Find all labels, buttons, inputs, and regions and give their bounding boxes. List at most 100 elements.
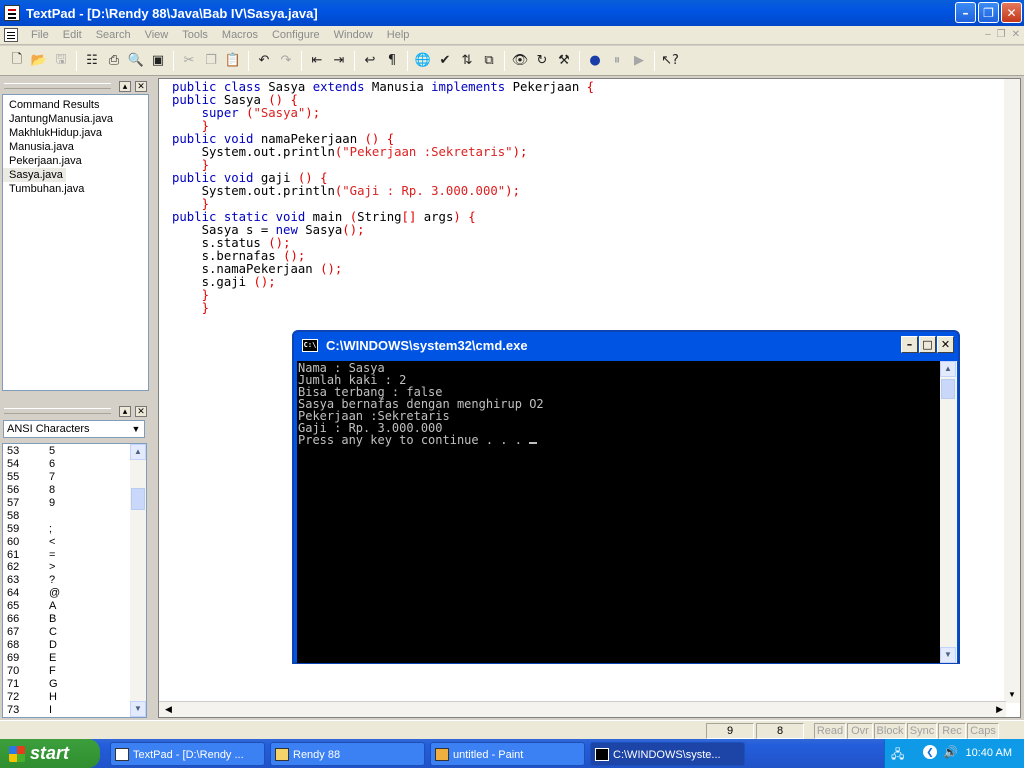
scroll-right-icon[interactable]: ▶ — [996, 704, 1003, 715]
source-code[interactable]: public class Sasya extends Manusia imple… — [172, 81, 594, 315]
char-list-scrollbar[interactable]: ▲ ▼ — [130, 444, 146, 717]
save-all-icon[interactable]: ☷ — [81, 50, 103, 72]
file-item[interactable]: Pekerjaan.java — [3, 154, 148, 168]
outdent-icon[interactable]: ⇤ — [306, 50, 328, 72]
globe-icon[interactable]: 🌐 — [412, 50, 434, 72]
ansi-char-row[interactable]: 72 H — [3, 691, 146, 704]
pane-maximize-icon[interactable]: ▴ — [119, 405, 131, 417]
compare-icon[interactable]: ⧉ — [478, 50, 500, 72]
pause-macro-icon[interactable]: ⏸ — [606, 50, 628, 72]
save-icon[interactable]: 🖫 — [50, 50, 72, 72]
code-line[interactable]: super ("Sasya"); — [172, 107, 594, 120]
new-file-icon[interactable]: 🗋 — [6, 50, 28, 72]
copy-icon[interactable]: ❐ — [200, 50, 222, 72]
clip-pane-grip[interactable] — [4, 408, 111, 414]
code-line[interactable]: } — [172, 289, 594, 302]
find-in-files-icon[interactable]: ⚒ — [553, 50, 575, 72]
textpad-app-icon[interactable] — [4, 5, 20, 21]
console-title-bar[interactable]: C:\ C:\WINDOWS\system32\cmd.exe — [297, 332, 955, 359]
files-pane-grip[interactable] — [4, 83, 111, 89]
pilcrow-icon[interactable]: ¶ — [381, 50, 403, 72]
task-paint[interactable]: untitled - Paint — [430, 742, 585, 766]
restore-button[interactable]: ❐ — [978, 2, 999, 23]
menu-edit[interactable]: Edit — [56, 26, 89, 45]
title-bar[interactable]: TextPad - [D:\Rendy 88\Java\Bab IV\Sasya… — [0, 0, 1024, 26]
replace-icon[interactable]: ↻ — [531, 50, 553, 72]
file-item[interactable]: Command Results — [3, 98, 148, 112]
ansi-char-row[interactable]: 53 5 — [3, 445, 146, 458]
console-scrollbar[interactable]: ▲ ▼ — [940, 361, 957, 663]
console-minimize-button[interactable]: – — [901, 336, 918, 353]
tray-expand-icon[interactable]: ❮ — [923, 745, 937, 759]
ansi-char-row[interactable]: 73 I — [3, 704, 146, 717]
scroll-up-icon[interactable]: ▲ — [940, 361, 956, 377]
pane-close-icon[interactable]: ✕ — [135, 405, 147, 417]
spell-check-icon[interactable]: ✔ — [434, 50, 456, 72]
ansi-char-row[interactable]: 59; — [3, 523, 146, 536]
indent-icon[interactable]: ⇥ — [328, 50, 350, 72]
find-icon[interactable]: 👁 — [509, 50, 531, 72]
console-output-area[interactable]: Nama : Sasya Jumlah kaki : 2 Bisa terbang … — [297, 361, 957, 663]
ansi-char-row[interactable]: 55 7 — [3, 471, 146, 484]
task-textpad[interactable]: TextPad - [D:\Rendy ... — [110, 742, 265, 766]
ansi-char-row[interactable]: 67 C — [3, 626, 146, 639]
menu-view[interactable]: View — [138, 26, 176, 45]
screen-icon[interactable]: ▣ — [147, 50, 169, 72]
redo-icon[interactable]: ↷ — [275, 50, 297, 72]
menu-window[interactable]: Window — [327, 26, 380, 45]
cut-icon[interactable]: ✂ — [178, 50, 200, 72]
task-folder[interactable]: Rendy 88 — [270, 742, 425, 766]
scroll-left-icon[interactable]: ◀ — [165, 704, 172, 715]
scroll-down-icon[interactable]: ▼ — [1004, 687, 1020, 703]
scroll-up-icon[interactable]: ▲ — [130, 444, 146, 460]
code-line[interactable]: s.gaji (); — [172, 276, 594, 289]
print-icon[interactable]: ⎙ — [103, 50, 125, 72]
mdi-close-icon[interactable]: ✕ — [1012, 29, 1020, 40]
scroll-thumb[interactable] — [941, 379, 955, 399]
pane-maximize-icon[interactable]: ▴ — [119, 80, 131, 92]
mdi-minimize-icon[interactable]: – — [985, 29, 991, 40]
scroll-down-icon[interactable]: ▼ — [940, 647, 956, 663]
code-line[interactable]: } — [172, 302, 594, 315]
ansi-char-row[interactable]: 63? — [3, 574, 146, 587]
word-wrap-icon[interactable]: ↩ — [359, 50, 381, 72]
menu-file[interactable]: File — [24, 26, 56, 45]
console-maximize-button[interactable]: □ — [919, 336, 936, 353]
editor-vscrollbar[interactable]: ▼ — [1004, 79, 1020, 703]
menu-configure[interactable]: Configure — [265, 26, 327, 45]
ansi-char-row[interactable]: 68 D — [3, 639, 146, 652]
file-item[interactable]: Tumbuhan.java — [3, 182, 148, 196]
ansi-char-row[interactable]: 54 6 — [3, 458, 146, 471]
ansi-char-row[interactable]: 57 9 — [3, 497, 146, 510]
menu-search[interactable]: Search — [89, 26, 138, 45]
close-button[interactable]: ✕ — [1001, 2, 1022, 23]
console-close-button[interactable]: ✕ — [937, 336, 954, 353]
start-button[interactable]: start — [0, 739, 100, 768]
open-folder-icon[interactable]: 📂 — [28, 50, 50, 72]
mdi-restore-icon[interactable]: ❐ — [997, 29, 1006, 40]
scroll-down-icon[interactable]: ▼ — [130, 701, 146, 717]
ansi-char-row[interactable]: 60 < — [3, 536, 146, 549]
document-icon[interactable] — [4, 28, 18, 42]
menu-tools[interactable]: Tools — [175, 26, 215, 45]
file-item-selected[interactable]: Sasya.java — [3, 168, 66, 182]
scroll-thumb[interactable] — [131, 488, 145, 510]
ansi-char-row[interactable]: 56 8 — [3, 484, 146, 497]
ansi-char-row[interactable]: 64 @ — [3, 587, 146, 600]
pane-close-icon[interactable]: ✕ — [135, 80, 147, 92]
print-preview-icon[interactable]: 🔍 — [125, 50, 147, 72]
task-cmd[interactable]: C:\WINDOWS\syste... — [590, 742, 745, 766]
paste-icon[interactable]: 📋 — [222, 50, 244, 72]
sort-icon[interactable]: ⇅ — [456, 50, 478, 72]
ansi-char-row[interactable]: 65 A — [3, 600, 146, 613]
play-macro-icon[interactable]: ▶ — [628, 50, 650, 72]
ansi-char-row[interactable]: 71 G — [3, 678, 146, 691]
context-help-icon[interactable]: ↖? — [659, 50, 681, 72]
clip-library-select[interactable]: ANSI Characters ▼ — [3, 420, 145, 438]
editor-hscrollbar[interactable]: ◀ ▶ — [159, 701, 1006, 717]
menu-help[interactable]: Help — [380, 26, 417, 45]
console-window[interactable]: C:\ C:\WINDOWS\system32\cmd.exe – □ ✕ Na… — [292, 330, 960, 664]
record-macro-icon[interactable]: ● — [584, 50, 606, 72]
file-item[interactable]: MakhlukHidup.java — [3, 126, 148, 140]
ansi-char-row[interactable]: 58 — [3, 510, 146, 523]
